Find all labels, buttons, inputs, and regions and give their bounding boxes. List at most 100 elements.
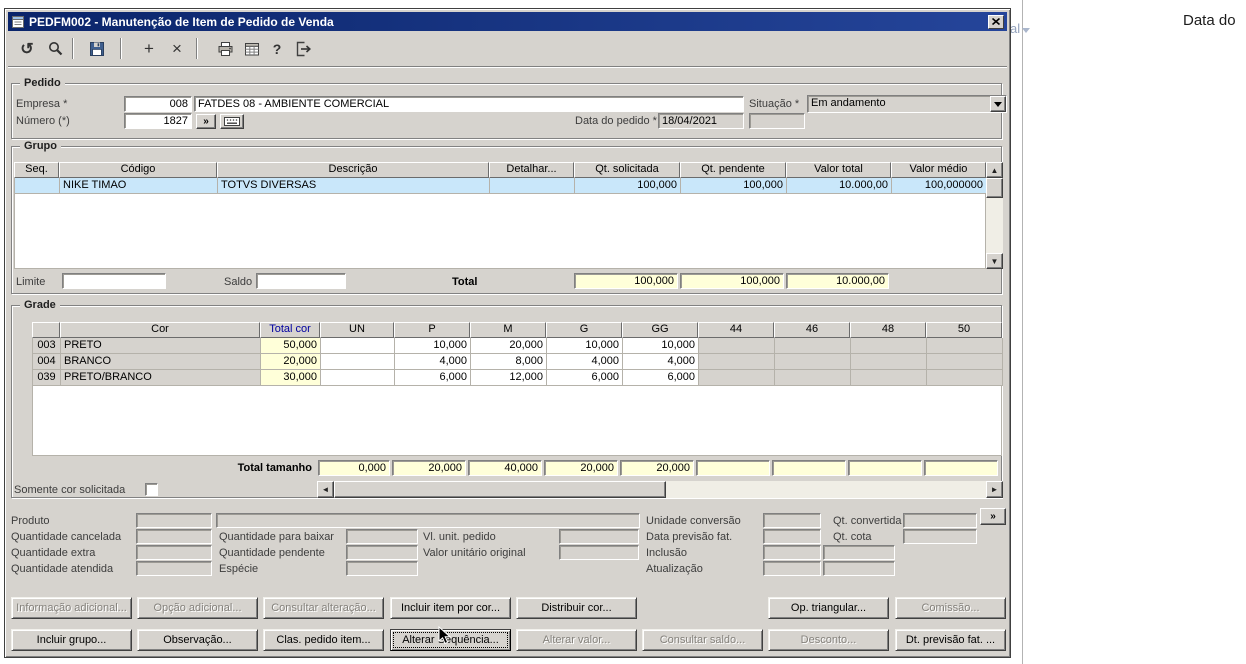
combo-dropdown-button[interactable] xyxy=(990,96,1006,112)
empresa-name-field[interactable]: FATDES 08 - AMBIENTE COMERCIAL xyxy=(194,96,744,112)
limite-field[interactable] xyxy=(62,273,166,289)
total-qt-pendente-field: 100,000 xyxy=(680,273,784,289)
save-icon[interactable] xyxy=(84,35,110,62)
scroll-thumb[interactable] xyxy=(986,178,1003,198)
grade-cell-p[interactable]: 6,000 xyxy=(395,370,471,386)
grade-total-46 xyxy=(772,460,846,476)
search-icon[interactable] xyxy=(42,35,68,62)
grade-cell-code: 004 xyxy=(33,354,61,370)
grade-cell-m[interactable]: 12,000 xyxy=(471,370,547,386)
grade-row[interactable]: 004 BRANCO 20,000 4,000 8,000 4,000 4,00… xyxy=(32,354,1003,370)
grade-cell-g[interactable]: 6,000 xyxy=(547,370,623,386)
grade-cell-un[interactable] xyxy=(321,370,395,386)
grupo-header-seq[interactable]: Seq. xyxy=(14,162,59,178)
grade-cell-p[interactable]: 4,000 xyxy=(395,354,471,370)
grade-header-48[interactable]: 48 xyxy=(850,322,926,338)
produto-field xyxy=(136,513,212,528)
close-icon xyxy=(992,18,1000,25)
grupo-header-detalhar[interactable]: Detalhar... xyxy=(489,162,574,178)
scroll-track[interactable] xyxy=(986,198,1003,253)
grade-header-g[interactable]: G xyxy=(546,322,622,338)
scroll-right-button[interactable]: ► xyxy=(986,481,1003,498)
grade-cell-gg[interactable]: 4,000 xyxy=(623,354,699,370)
qtd-pendente-label: Quantidade pendente xyxy=(219,547,325,559)
scroll-thumb[interactable] xyxy=(334,481,666,498)
grade-total-44 xyxy=(696,460,770,476)
limite-label: Limite xyxy=(16,276,46,288)
close-button[interactable] xyxy=(988,14,1004,29)
grade-header-m[interactable]: M xyxy=(470,322,546,338)
incluir-item-por-cor-button[interactable]: Incluir item por cor... xyxy=(390,597,511,619)
op-triangular-button[interactable]: Op. triangular... xyxy=(768,597,889,619)
grade-cell-g[interactable]: 10,000 xyxy=(547,338,623,354)
grade-cell-g[interactable]: 4,000 xyxy=(547,354,623,370)
clas-pedido-item-button[interactable]: Clas. pedido item... xyxy=(263,629,384,651)
calendar-icon[interactable] xyxy=(239,35,265,62)
grade-cell-gg[interactable]: 10,000 xyxy=(623,338,699,354)
delete-icon[interactable]: × xyxy=(164,35,190,62)
help-icon[interactable]: ? xyxy=(264,35,290,62)
somente-cor-checkbox[interactable] xyxy=(145,483,158,496)
grade-cell-48 xyxy=(851,370,927,386)
observacao-button[interactable]: Observação... xyxy=(137,629,258,651)
grade-legend: Grade xyxy=(20,299,60,312)
toolbar-separator xyxy=(120,38,122,59)
grupo-header-qt-pendente[interactable]: Qt. pendente xyxy=(680,162,786,178)
grade-cell-m[interactable]: 20,000 xyxy=(471,338,547,354)
exit-icon[interactable] xyxy=(290,35,316,62)
grade-header-46[interactable]: 46 xyxy=(774,322,850,338)
grade-header-un[interactable]: UN xyxy=(320,322,394,338)
grade-cell-m[interactable]: 8,000 xyxy=(471,354,547,370)
grade-total-label: Total tamanho xyxy=(237,462,312,474)
grade-cell-total[interactable]: 50,000 xyxy=(261,338,321,354)
incluir-grupo-button[interactable]: Incluir grupo... xyxy=(11,629,132,651)
grade-cell-un[interactable] xyxy=(321,338,395,354)
somente-cor-label: Somente cor solicitada xyxy=(14,484,126,496)
grade-cell-total[interactable]: 20,000 xyxy=(261,354,321,370)
grade-cell-gg[interactable]: 6,000 xyxy=(623,370,699,386)
grade-header-code[interactable] xyxy=(32,322,60,338)
grade-cell-p[interactable]: 10,000 xyxy=(395,338,471,354)
grade-header-50[interactable]: 50 xyxy=(926,322,1002,338)
grade-header-gg[interactable]: GG xyxy=(622,322,698,338)
atualizacao-date-field xyxy=(763,561,821,576)
saldo-field[interactable] xyxy=(256,273,346,289)
empresa-code-field[interactable]: 008 xyxy=(124,96,192,112)
grupo-header-codigo[interactable]: Código xyxy=(59,162,217,178)
grupo-header-valor-total[interactable]: Valor total xyxy=(786,162,891,178)
grupo-header-qt-solicitada[interactable]: Qt. solicitada xyxy=(574,162,680,178)
keypad-button[interactable] xyxy=(220,114,244,129)
grade-row[interactable]: 039 PRETO/BRANCO 30,000 6,000 12,000 6,0… xyxy=(32,370,1003,386)
grade-header-p[interactable]: P xyxy=(394,322,470,338)
grade-header-44[interactable]: 44 xyxy=(698,322,774,338)
details-more-button[interactable]: » xyxy=(980,508,1006,525)
scroll-left-button[interactable]: ◄ xyxy=(317,481,334,498)
pedido-groupbox: Pedido Empresa * 008 FATDES 08 - AMBIENT… xyxy=(11,77,1007,139)
grade-cell-un[interactable] xyxy=(321,354,395,370)
scroll-up-button[interactable]: ▲ xyxy=(986,162,1003,178)
qt-convertida-label: Qt. convertida xyxy=(833,515,902,527)
vl-unit-pedido-label: Vl. unit. pedido xyxy=(423,531,496,543)
undo-icon[interactable]: ↺ xyxy=(14,35,40,62)
grupo-header-descricao[interactable]: Descrição xyxy=(217,162,489,178)
grupo-groupbox: Grupo Seq. Código Descrição Detalhar... … xyxy=(11,140,1003,294)
add-icon[interactable]: + xyxy=(136,35,162,62)
dt-previsao-fat-button[interactable]: Dt. previsão fat. ... xyxy=(895,629,1006,651)
scroll-track[interactable] xyxy=(666,481,986,498)
grade-header-cor[interactable]: Cor xyxy=(60,322,260,338)
background-window: Data do xyxy=(1022,0,1246,664)
print-icon[interactable] xyxy=(212,35,238,62)
atualizacao-time-field xyxy=(823,561,895,576)
grade-table-header: Cor Total cor UN P M G GG 44 46 48 50 xyxy=(32,322,1002,338)
grade-cell-total[interactable]: 30,000 xyxy=(261,370,321,386)
situacao-combobox[interactable]: Em andamento xyxy=(807,95,1007,113)
grupo-cell-valor-medio: 100,000000 xyxy=(892,178,987,194)
scroll-down-button[interactable]: ▼ xyxy=(986,253,1003,269)
grade-header-total-cor[interactable]: Total cor xyxy=(260,322,320,338)
numero-more-button[interactable]: » xyxy=(196,114,216,129)
grupo-header-valor-medio[interactable]: Valor médio xyxy=(891,162,986,178)
numero-field[interactable]: 1827 xyxy=(124,113,192,129)
grupo-row[interactable]: NIKE TIMAO TOTVS DIVERSAS 100,000 100,00… xyxy=(14,178,987,194)
distribuir-cor-button[interactable]: Distribuir cor... xyxy=(516,597,637,619)
grade-row[interactable]: 003 PRETO 50,000 10,000 20,000 10,000 10… xyxy=(32,338,1003,354)
